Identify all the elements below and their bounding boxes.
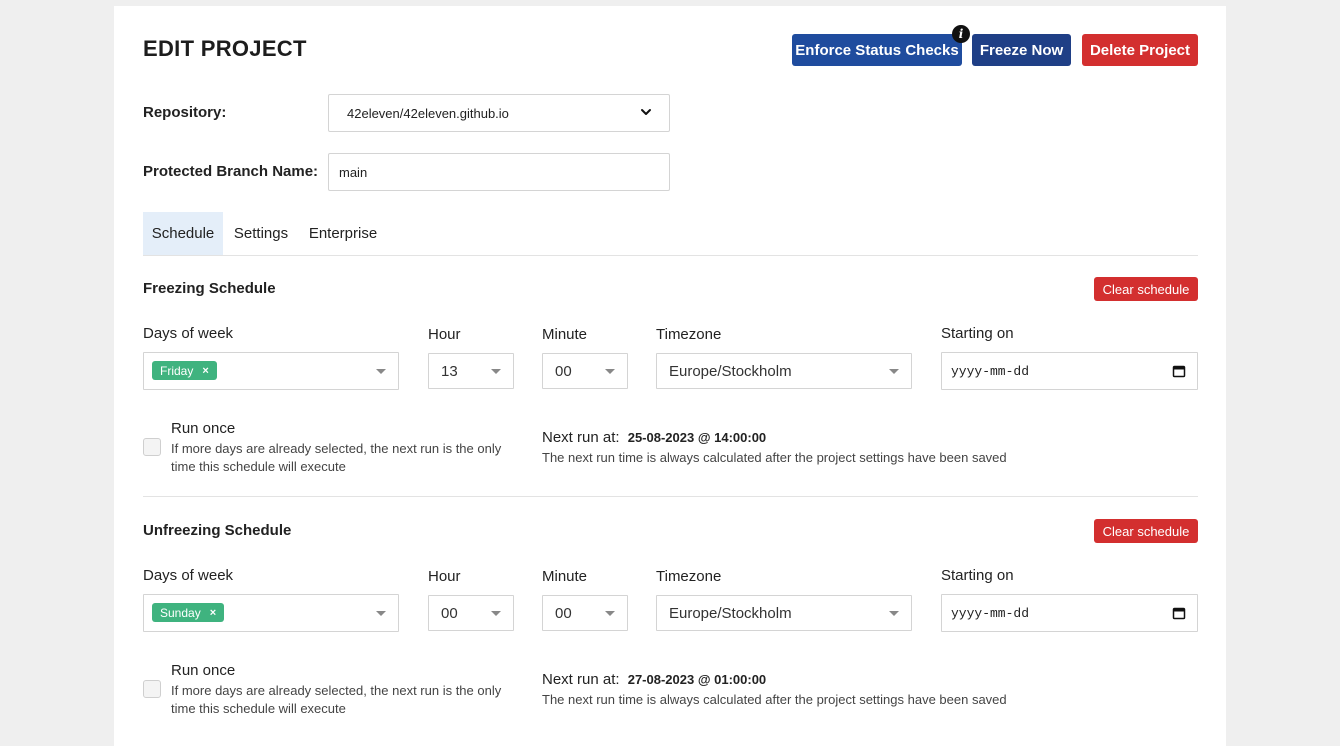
freezing-run-once-help: If more days are already selected, the n… (171, 441, 502, 474)
unfreezing-clear-schedule-button[interactable]: Clear schedule (1094, 519, 1198, 543)
unfreezing-run-once-checkbox[interactable] (143, 680, 161, 698)
freezing-timezone-select[interactable]: Europe/Stockholm (656, 353, 912, 389)
repository-label: Repository: (143, 104, 227, 121)
freezing-minute-value: 00 (555, 362, 572, 380)
unfreezing-days-select[interactable]: Sunday × (143, 594, 399, 632)
calendar-icon[interactable] (1172, 606, 1186, 620)
section-divider (143, 496, 1198, 497)
chevron-down-icon (641, 109, 651, 115)
freezing-starting-value: yyyy-mm-dd (951, 363, 1030, 379)
unfreezing-hour-label: Hour (428, 568, 461, 585)
unfreezing-next-run-value: 27-08-2023 @ 01:00:00 (627, 672, 767, 687)
freezing-run-once-label: Run once (171, 420, 236, 437)
delete-project-button[interactable]: Delete Project (1082, 34, 1198, 66)
unfreezing-minute-select[interactable]: 00 (542, 595, 628, 631)
unfreezing-hour-select[interactable]: 00 (428, 595, 514, 631)
day-tag: Sunday × (152, 603, 225, 622)
unfreezing-minute-value: 00 (555, 604, 572, 622)
close-icon[interactable]: × (210, 607, 216, 619)
freezing-timezone-label: Timezone (656, 326, 722, 343)
info-icon[interactable]: i (952, 25, 970, 43)
unfreezing-run-once-label: Run once (171, 662, 236, 679)
branch-label: Protected Branch Name: (143, 163, 319, 180)
unfreezing-next-run-label: Next run at: (542, 671, 620, 688)
freezing-clear-schedule-button[interactable]: Clear schedule (1094, 277, 1198, 301)
caret-down-icon (605, 611, 615, 616)
unfreezing-starting-value: yyyy-mm-dd (951, 605, 1030, 621)
freezing-starting-label: Starting on (941, 325, 1014, 342)
freezing-hour-select[interactable]: 13 (428, 353, 514, 389)
freezing-days-select[interactable]: Friday × (143, 352, 399, 390)
freezing-next-run-value: 25-08-2023 @ 14:00:00 (627, 430, 767, 445)
freezing-starting-date-input[interactable]: yyyy-mm-dd (941, 352, 1198, 390)
calendar-icon[interactable] (1172, 364, 1186, 378)
freezing-minute-label: Minute (542, 326, 588, 343)
freezing-hour-value: 13 (441, 362, 458, 380)
day-tag-label: Sunday (160, 605, 201, 620)
close-icon[interactable]: × (202, 365, 208, 377)
caret-down-icon (491, 611, 501, 616)
freeze-now-button[interactable]: Freeze Now (972, 34, 1071, 66)
caret-down-icon (605, 369, 615, 374)
unfreezing-timezone-label: Timezone (656, 568, 722, 585)
unfreezing-next-run: Next run at: 27-08-2023 @ 01:00:00 (542, 671, 766, 688)
unfreezing-days-label: Days of week (143, 567, 234, 584)
freezing-minute-select[interactable]: 00 (542, 353, 628, 389)
freezing-next-run: Next run at: 25-08-2023 @ 14:00:00 (542, 429, 766, 446)
repository-value: 42eleven/42eleven.github.io (347, 105, 509, 121)
freezing-next-run-help: The next run time is always calculated a… (542, 450, 1007, 465)
caret-down-icon (376, 611, 386, 616)
unfreezing-run-once-help: If more days are already selected, the n… (171, 683, 502, 716)
unfreezing-starting-date-input[interactable]: yyyy-mm-dd (941, 594, 1198, 632)
day-tag-label: Friday (160, 363, 194, 378)
tab-enterprise[interactable]: Enterprise (299, 212, 387, 255)
freezing-schedule-title: Freezing Schedule (143, 280, 276, 297)
tab-settings[interactable]: Settings (224, 212, 298, 255)
unfreezing-starting-label: Starting on (941, 567, 1014, 584)
caret-down-icon (491, 369, 501, 374)
caret-down-icon (889, 369, 899, 374)
unfreezing-next-run-help: The next run time is always calculated a… (542, 692, 1007, 707)
edit-project-panel: EDIT PROJECT Enforce Status Checks i Fre… (114, 6, 1226, 746)
enforce-status-checks-button[interactable]: Enforce Status Checks (792, 34, 962, 66)
freezing-next-run-label: Next run at: (542, 429, 620, 446)
unfreezing-timezone-value: Europe/Stockholm (669, 604, 792, 622)
freezing-timezone-value: Europe/Stockholm (669, 362, 792, 380)
caret-down-icon (376, 369, 386, 374)
tab-schedule[interactable]: Schedule (143, 212, 223, 255)
unfreezing-hour-value: 00 (441, 604, 458, 622)
branch-name-input[interactable] (328, 153, 670, 191)
unfreezing-schedule-title: Unfreezing Schedule (143, 522, 292, 539)
unfreezing-minute-label: Minute (542, 568, 588, 585)
caret-down-icon (889, 611, 899, 616)
freezing-days-label: Days of week (143, 325, 234, 342)
tabs-divider (143, 255, 1198, 256)
unfreezing-timezone-select[interactable]: Europe/Stockholm (656, 595, 912, 631)
page-title: EDIT PROJECT (143, 36, 307, 61)
freezing-run-once-checkbox[interactable] (143, 438, 161, 456)
day-tag: Friday × (152, 361, 217, 380)
freezing-hour-label: Hour (428, 326, 461, 343)
repository-select[interactable]: 42eleven/42eleven.github.io (328, 94, 670, 132)
